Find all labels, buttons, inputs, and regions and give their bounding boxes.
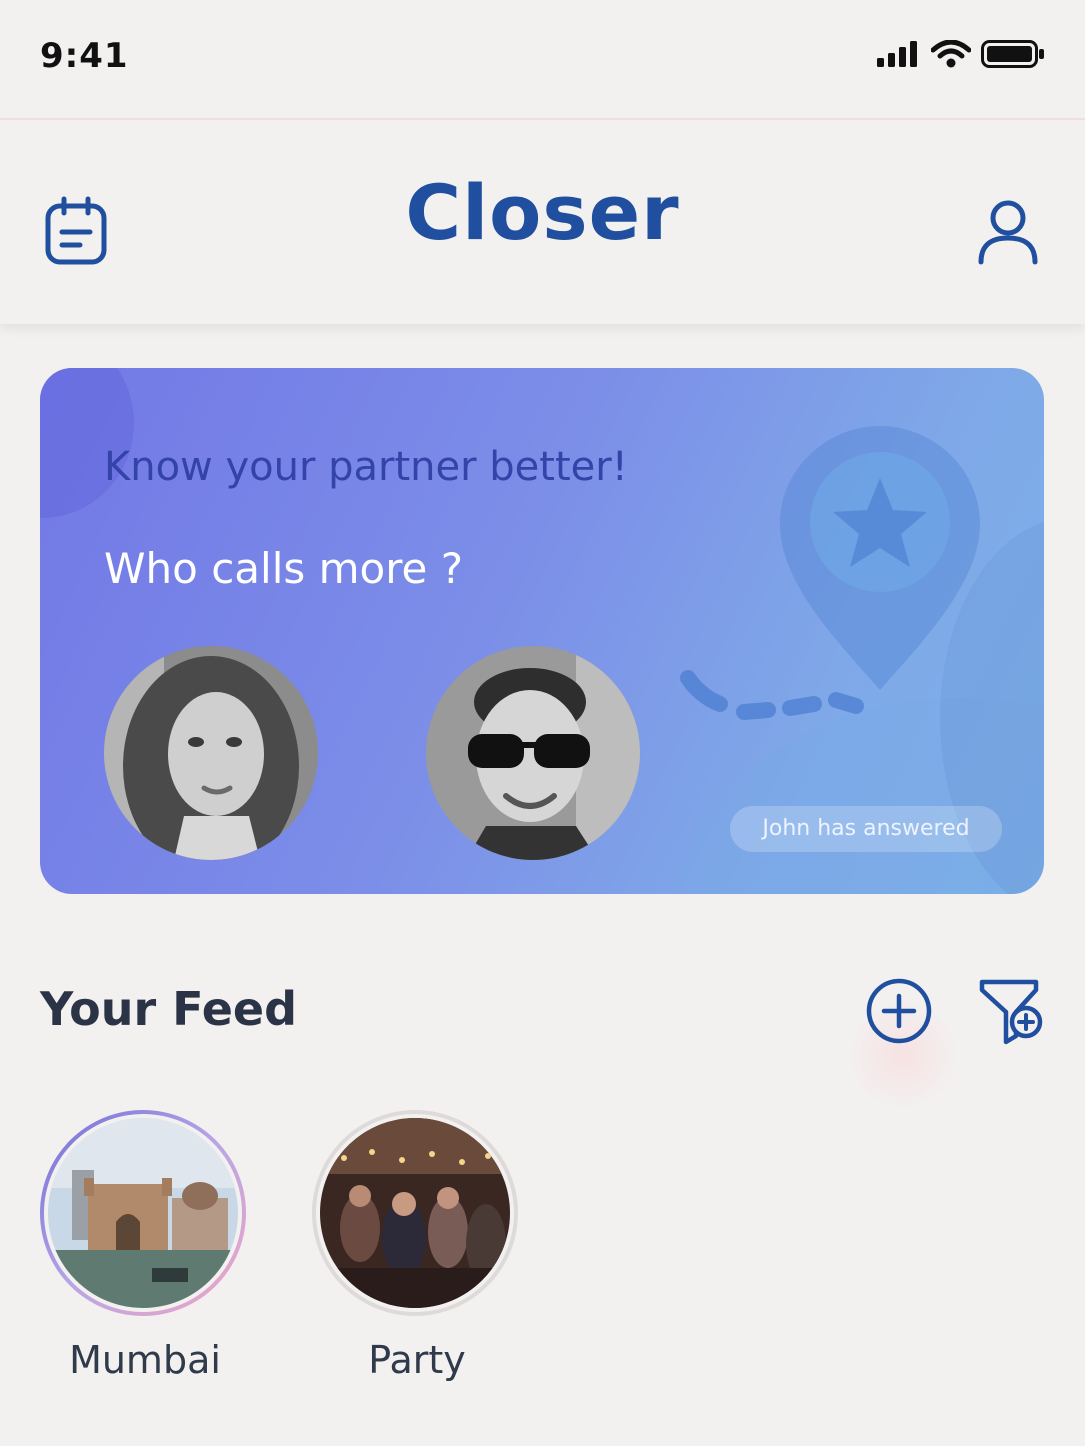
partner-avatar-male[interactable]	[426, 646, 640, 860]
cellular-signal-icon	[877, 41, 917, 67]
story-label: Party	[368, 1338, 466, 1382]
filter-add-icon	[979, 979, 1043, 1045]
status-time: 9:41	[40, 36, 129, 76]
wifi-icon	[931, 40, 971, 68]
story-ring	[312, 1110, 518, 1316]
feed-title: Your Feed	[40, 982, 298, 1036]
profile-button[interactable]	[977, 198, 1039, 266]
quiz-eyebrow: Know your partner better!	[104, 444, 628, 490]
quiz-question: Who calls more ?	[104, 544, 464, 593]
battery-icon	[981, 40, 1044, 68]
story-item-mumbai[interactable]: Mumbai	[40, 1110, 250, 1382]
card-decoration	[40, 368, 134, 518]
app-title: Closer	[405, 168, 680, 257]
add-filter-button[interactable]	[978, 976, 1044, 1046]
story-ring	[40, 1110, 246, 1316]
story-image-mumbai	[48, 1118, 238, 1308]
partner-avatar-female[interactable]	[104, 646, 318, 860]
answer-status-badge: John has answered	[730, 806, 1002, 852]
story-image-party	[320, 1118, 510, 1308]
add-feed-button[interactable]	[864, 976, 934, 1046]
status-bar: 9:41	[0, 0, 1085, 120]
story-item-party[interactable]: Party	[312, 1110, 522, 1382]
story-label: Mumbai	[69, 1338, 221, 1382]
plus-circle-icon	[866, 978, 932, 1044]
partner-quiz-card[interactable]: Know your partner better! Who calls more…	[40, 368, 1044, 894]
app-header: Closer	[0, 120, 1085, 324]
status-icons	[877, 40, 1045, 68]
user-icon	[978, 200, 1038, 265]
location-pin-icon	[680, 426, 980, 720]
